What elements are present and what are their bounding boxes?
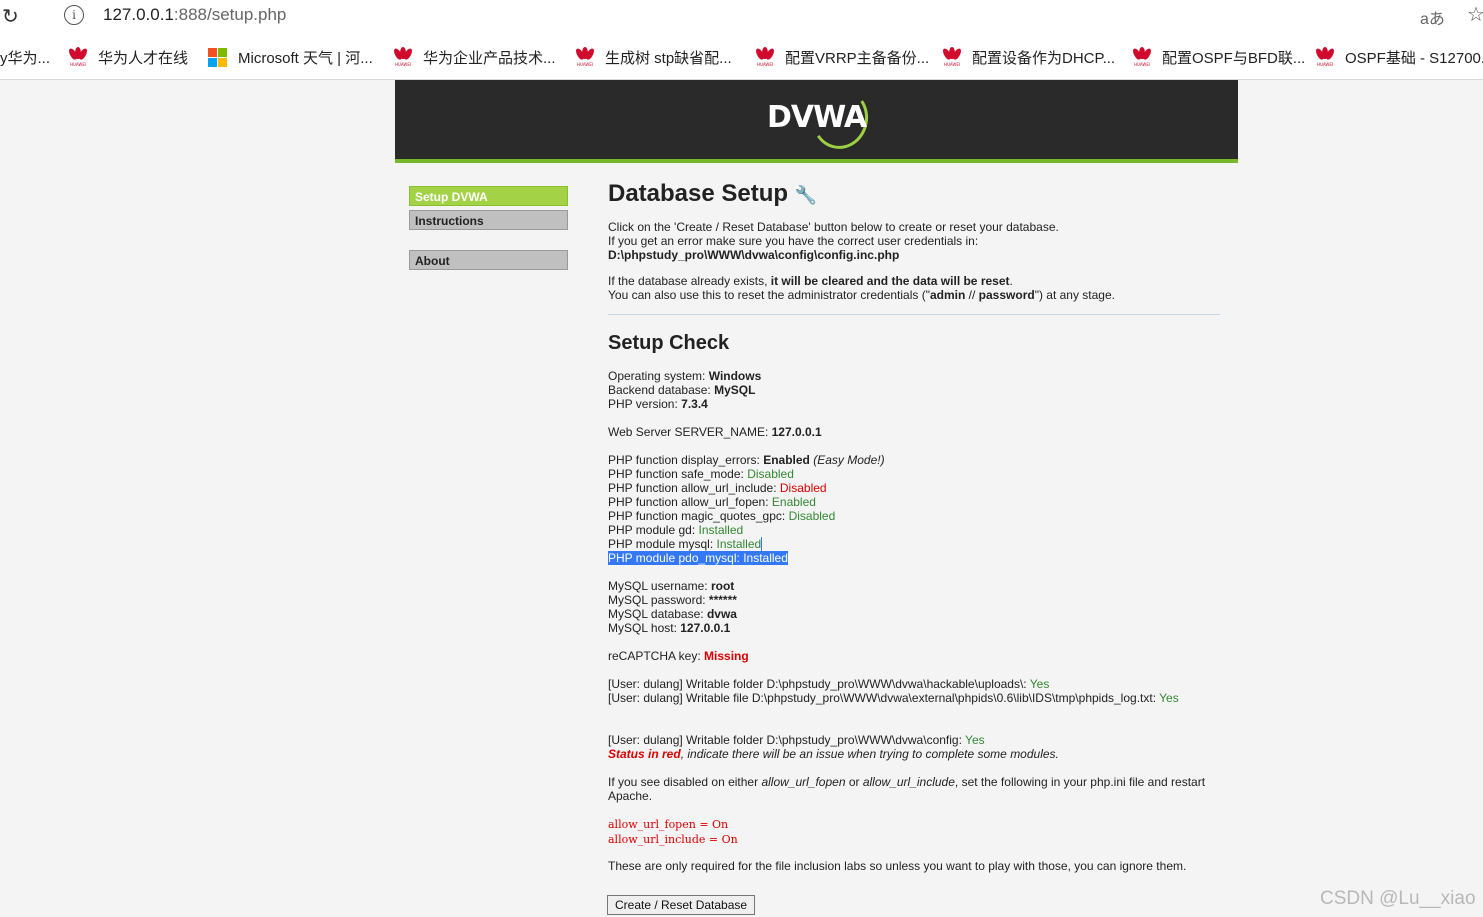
page-title: Database Setup 🔧 (608, 180, 1220, 210)
main-content: Database Setup 🔧 Click on the 'Create / … (608, 180, 1220, 873)
status-note: Status in red, indicate there will be an… (608, 747, 1059, 761)
bookmark-item[interactable]: 生成树 stp缺省配... (605, 47, 732, 68)
check-uploads-writable: [User: dulang] Writable folder D:\phpstu… (608, 677, 1050, 691)
bookmark-item[interactable]: OSPF基础 - S12700... (1345, 47, 1483, 68)
check-url-include: PHP function allow_url_include: Disabled (608, 481, 827, 495)
bookmark-item[interactable]: y华为... (0, 47, 50, 68)
sidebar-menu: Setup DVWA Instructions About (409, 186, 568, 274)
code-line: allow_url_fopen = On (608, 818, 729, 831)
dvwa-page: DVWA Setup DVWA Instructions About Datab… (395, 80, 1238, 917)
bookmarks-bar: y华为... HUAWEI 华为人才在线 Microsoft 天气 | 河...… (0, 33, 1483, 80)
code-line: allow_url_include = On (608, 833, 738, 846)
disabled-note: If you see disabled on either allow_url_… (608, 775, 1206, 803)
bookmark-item[interactable]: 配置VRRP主备备份... (785, 47, 929, 68)
check-mysql-host: MySQL host: 127.0.0.1 (608, 621, 731, 635)
huawei-icon: HUAWEI (574, 47, 596, 67)
menu-item-setup[interactable]: Setup DVWA (409, 186, 568, 206)
page-header: DVWA (395, 80, 1238, 163)
bookmark-item[interactable]: 华为企业产品技术... (423, 47, 556, 68)
url-field[interactable]: 127.0.0.1:888/setup.php (103, 5, 286, 25)
page-title-text: Database Setup (608, 180, 789, 207)
reset-credentials: You can also use this to reset the admin… (608, 288, 1115, 302)
huawei-icon: HUAWEI (941, 47, 963, 67)
huawei-icon: HUAWEI (1314, 47, 1336, 67)
watermark: CSDN @Lu__xiao (1320, 888, 1476, 909)
url-path: :888/setup.php (173, 5, 287, 24)
bookmark-item[interactable]: Microsoft 天气 | 河... (238, 47, 373, 68)
config-path: D:\phpstudy_pro\WWW\dvwa\config\config.i… (608, 248, 900, 262)
check-mysql-db: MySQL database: dvwa (608, 607, 737, 621)
create-reset-database-button[interactable]: Create / Reset Database (607, 895, 756, 915)
intro-text: If you get an error make sure you have t… (608, 234, 979, 248)
bookmark-item[interactable]: 配置OSPF与BFD联... (1162, 47, 1305, 68)
bookmark-item[interactable]: 配置设备作为DHCP... (972, 47, 1115, 68)
check-server: Web Server SERVER_NAME: 127.0.0.1 (608, 425, 822, 439)
check-pdo-mysql: PHP module pdo_mysql: Installed (608, 551, 788, 565)
check-db: Backend database: MySQL (608, 383, 756, 397)
section-title: Setup Check (608, 332, 730, 354)
address-bar: ↻ i 127.0.0.1:888/setup.php aあ ☆ (0, 0, 1483, 33)
reset-warning: If the database already exists, it will … (608, 274, 1013, 288)
read-aloud-icon[interactable]: aあ (1420, 5, 1445, 29)
microsoft-icon (208, 48, 228, 68)
huawei-icon: HUAWEI (1131, 47, 1153, 67)
check-magic-quotes: PHP function magic_quotes_gpc: Disabled (608, 509, 836, 523)
bookmark-item[interactable]: 华为人才在线 (98, 47, 188, 68)
intro-text: Click on the 'Create / Reset Database' b… (608, 220, 1059, 234)
check-config-writable: [User: dulang] Writable folder D:\phpstu… (608, 733, 985, 747)
check-os: Operating system: Windows (608, 369, 762, 383)
check-mysql-user: MySQL username: root (608, 579, 735, 593)
check-display-errors: PHP function display_errors: Enabled (Ea… (608, 453, 885, 467)
check-phpids-writable: [User: dulang] Writable file D:\phpstudy… (608, 691, 1179, 705)
info-icon[interactable]: i (64, 5, 84, 25)
huawei-icon: HUAWEI (754, 47, 776, 67)
menu-item-about[interactable]: About (409, 250, 568, 270)
only-required-note: These are only required for the file inc… (608, 859, 1187, 873)
reload-icon[interactable]: ↻ (2, 4, 19, 28)
menu-item-instructions[interactable]: Instructions (409, 210, 568, 230)
check-php: PHP version: 7.3.4 (608, 397, 708, 411)
wrench-icon: 🔧 (794, 185, 818, 206)
dvwa-logo: DVWA (767, 100, 867, 135)
favorite-star-icon[interactable]: ☆ (1467, 2, 1483, 26)
check-gd: PHP module gd: Installed (608, 523, 744, 537)
check-mysql-pass: MySQL password: ****** (608, 593, 737, 607)
huawei-icon: HUAWEI (67, 47, 89, 67)
check-recaptcha: reCAPTCHA key: Missing (608, 649, 749, 663)
check-url-fopen: PHP function allow_url_fopen: Enabled (608, 495, 816, 509)
huawei-icon: HUAWEI (392, 47, 414, 67)
check-safe-mode: PHP function safe_mode: Disabled (608, 467, 794, 481)
url-host: 127.0.0.1 (103, 5, 174, 24)
check-mysql: PHP module mysql: Installed (608, 537, 763, 551)
